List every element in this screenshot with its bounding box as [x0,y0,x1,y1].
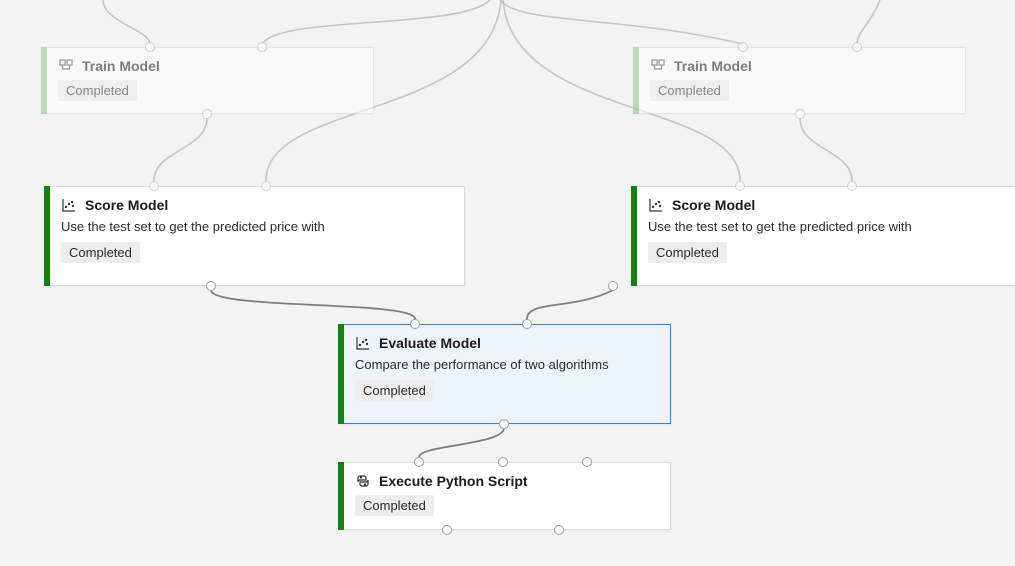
status-stripe [631,186,637,286]
port-output[interactable] [206,281,216,291]
status-badge: Completed [355,380,434,401]
node-title: Evaluate Model [379,335,481,351]
node-execute-python-script[interactable]: Execute Python Script Completed [338,462,671,530]
node-train-model-left[interactable]: Train Model Completed [41,47,374,114]
scatter-icon [648,197,664,213]
status-badge: Completed [58,80,137,101]
node-description: Use the test set to get the predicted pr… [61,219,452,234]
port-input[interactable] [414,457,424,467]
module-icon [650,58,666,74]
node-title: Execute Python Script [379,473,528,489]
port-input[interactable] [582,457,592,467]
status-stripe [41,47,47,114]
port-input[interactable] [257,42,267,52]
port-input[interactable] [498,457,508,467]
status-badge: Completed [648,242,727,263]
node-score-model-right[interactable]: Score Model Use the test set to get the … [631,186,1015,286]
module-icon [58,58,74,74]
status-stripe [338,324,344,424]
port-output[interactable] [554,525,564,535]
port-output[interactable] [608,281,618,291]
status-stripe [633,47,639,114]
port-output[interactable] [202,109,212,119]
port-input[interactable] [149,181,159,191]
port-output[interactable] [442,525,452,535]
node-title: Score Model [672,197,755,213]
port-input[interactable] [522,319,532,329]
node-title: Train Model [82,58,160,74]
port-input[interactable] [261,181,271,191]
port-input[interactable] [852,42,862,52]
scatter-icon [355,335,371,351]
scatter-icon [61,197,77,213]
node-description: Compare the performance of two algorithm… [355,357,658,372]
node-title: Train Model [674,58,752,74]
pipeline-canvas[interactable]: Train Model Completed Train Model Comple… [0,0,1015,566]
status-badge: Completed [61,242,140,263]
status-badge: Completed [355,495,434,516]
status-badge: Completed [650,80,729,101]
node-title: Score Model [85,197,168,213]
node-evaluate-model[interactable]: Evaluate Model Compare the performance o… [338,324,671,424]
port-input[interactable] [410,319,420,329]
status-stripe [338,462,344,530]
node-description: Use the test set to get the predicted pr… [648,219,1015,234]
node-train-model-right[interactable]: Train Model Completed [633,47,966,114]
port-input[interactable] [145,42,155,52]
port-output[interactable] [499,419,509,429]
node-score-model-left[interactable]: Score Model Use the test set to get the … [44,186,465,286]
port-input[interactable] [738,42,748,52]
python-icon [355,473,371,489]
port-output[interactable] [795,109,805,119]
status-stripe [44,186,50,286]
port-input[interactable] [735,181,745,191]
port-input[interactable] [847,181,857,191]
